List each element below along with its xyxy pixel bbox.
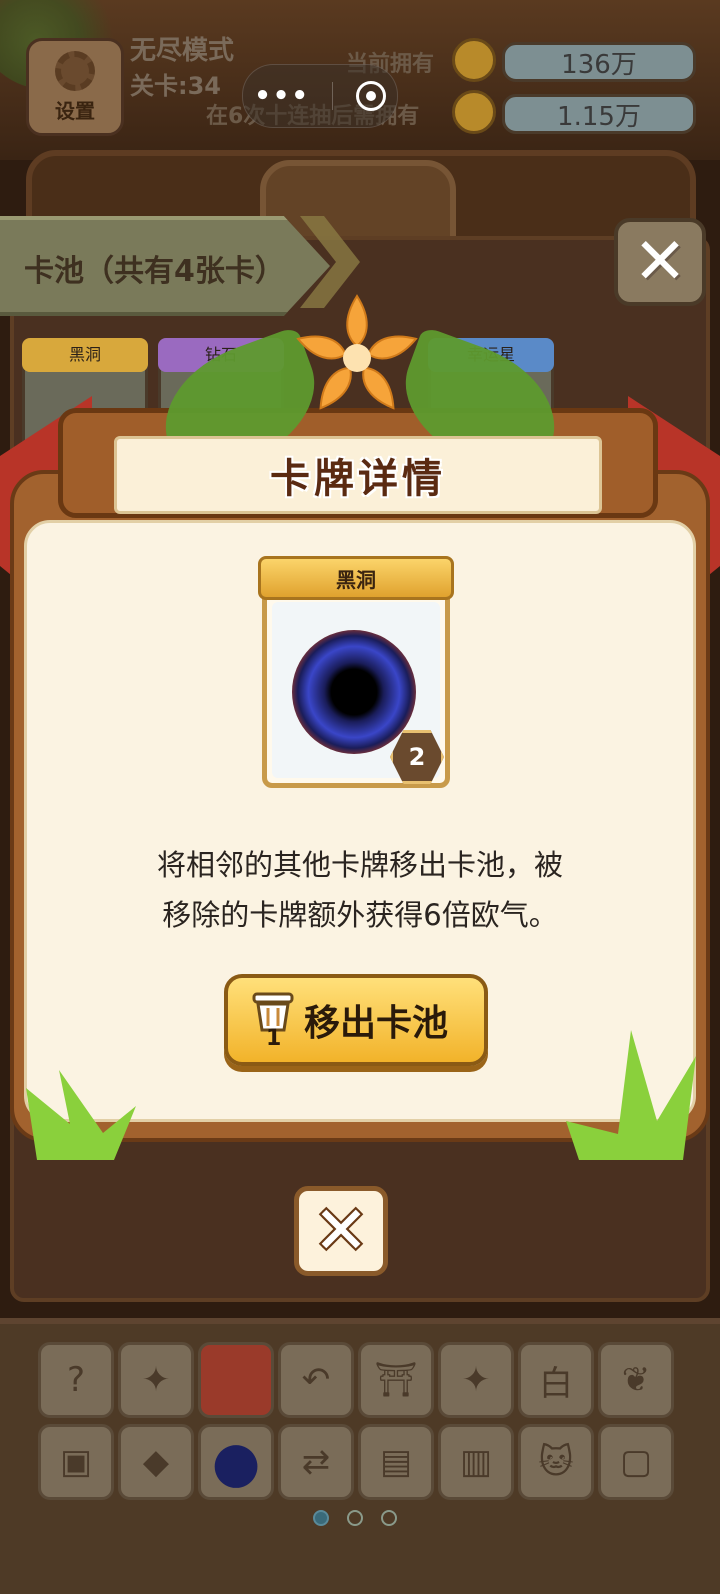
item-slot[interactable]: ▢ [598, 1424, 674, 1500]
item-slot[interactable]: ⇄ [278, 1424, 354, 1500]
settings-label: 设置 [55, 98, 95, 123]
card-name-tag: 黑洞 [258, 556, 454, 600]
miniprogram-capsule: ••• [242, 64, 398, 128]
item-slot[interactable]: ◆ [118, 1424, 194, 1500]
undo-icon: ↶ [301, 1360, 331, 1400]
cards-question-icon: ? [66, 1360, 86, 1400]
coin-icon [452, 90, 496, 134]
item-slot[interactable]: ▤ [358, 1424, 434, 1500]
cards-fan-icon: ▥ [459, 1442, 493, 1482]
page-dot[interactable] [313, 1510, 329, 1526]
modal-close-button[interactable]: ✕ [294, 1186, 388, 1276]
coin-icon [452, 38, 496, 82]
black-hole-icon: ● [211, 1429, 261, 1495]
item-slot[interactable]: ? [38, 1342, 114, 1418]
close-target-icon[interactable] [355, 81, 386, 111]
white-tile-icon: 白 [539, 1363, 573, 1404]
item-slot[interactable]: ⛩ [358, 1342, 434, 1418]
item-slot[interactable] [198, 1342, 274, 1418]
card-coins-icon: ▢ [619, 1442, 653, 1482]
more-icon[interactable]: ••• [254, 81, 310, 111]
required-value: 1.15万 [502, 94, 696, 134]
modal-title: 卡牌详情 [270, 456, 446, 502]
item-slot[interactable]: ▣ [38, 1424, 114, 1500]
owned-value: 136万 [502, 42, 696, 82]
item-slot[interactable]: ● [198, 1424, 274, 1500]
item-slot[interactable]: ✦ [438, 1342, 514, 1418]
magic-wand-icon: ✦ [141, 1360, 171, 1400]
item-slot[interactable]: 白 [518, 1342, 594, 1418]
item-slot[interactable]: ❦ [598, 1342, 674, 1418]
shuffle-icon: ⇄ [301, 1442, 331, 1482]
diamond-icon: ◆ [142, 1442, 170, 1482]
page-dot[interactable] [381, 1510, 397, 1526]
cat-icon: 🐱 [538, 1442, 574, 1482]
mode-label: 无尽模式 [130, 36, 235, 66]
close-icon: ✕ [313, 1192, 369, 1269]
card-level: 2 [408, 743, 426, 771]
card-swap-icon: ▣ [59, 1442, 93, 1482]
item-slot[interactable]: ▥ [438, 1424, 514, 1500]
remove-count: 1 [266, 1026, 282, 1051]
card-description-line1: 将相邻的其他卡牌移出卡池，被 [156, 848, 563, 882]
flower-icon [296, 294, 418, 410]
black-hole-icon [292, 630, 416, 754]
settings-button[interactable]: 设置 [26, 38, 124, 136]
magic-wand-icon: ✦ [461, 1360, 491, 1400]
stage-label: 关卡:34 [130, 72, 221, 100]
pool-card-name: 黑洞 [22, 338, 148, 372]
item-slot[interactable]: ↶ [278, 1342, 354, 1418]
title-plate: 卡牌详情 [114, 436, 602, 514]
temple-icon: ⛩ [374, 1360, 418, 1400]
gear-icon [55, 50, 95, 91]
card-name: 黑洞 [336, 567, 376, 592]
feather-icon: ❦ [621, 1360, 651, 1400]
capsule-divider [332, 82, 334, 110]
remove-button-label: 移出卡池 [304, 1003, 449, 1044]
item-slot[interactable]: ✦ [118, 1342, 194, 1418]
item-slot[interactable]: 🐱 [518, 1424, 594, 1500]
pool-close-button[interactable]: ✕ [614, 218, 706, 306]
card-description-line2: 移除的卡牌额外获得6倍欧气。 [162, 898, 558, 932]
treasure-box-icon: ▤ [379, 1442, 413, 1482]
card-pool-title: 卡池（共有4张卡） [24, 254, 285, 289]
close-icon: ✕ [633, 225, 687, 299]
page-dot[interactable] [347, 1510, 363, 1526]
